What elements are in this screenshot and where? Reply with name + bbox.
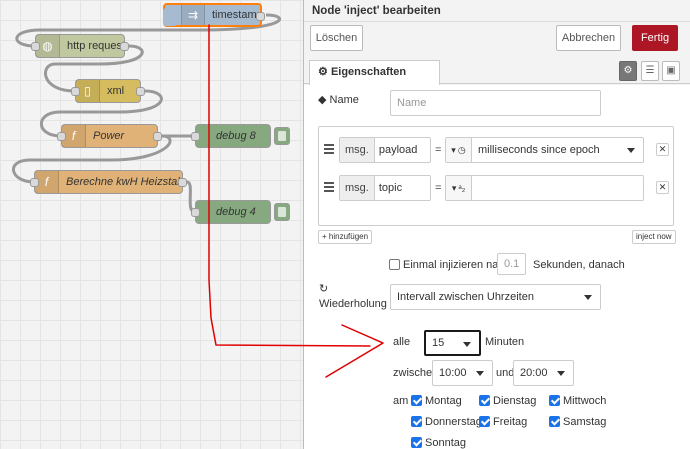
day-checkbox-monday[interactable]: Montag xyxy=(411,395,462,407)
node-debug-8[interactable]: debug 8 xyxy=(191,124,290,148)
node-label: Berechne kwH Heizstab xyxy=(66,176,184,188)
edit-tray: Node 'inject' bearbeiten Löschen Abbrech… xyxy=(303,0,690,449)
flow-wires xyxy=(12,13,282,214)
input-port[interactable] xyxy=(191,132,200,141)
node-xml[interactable]: ▯ xml xyxy=(71,79,145,103)
remove-row-button[interactable]: ✕ xyxy=(656,143,669,156)
output-port[interactable] xyxy=(256,12,265,21)
string-type-icon: ᵃ₂ xyxy=(458,183,466,193)
refresh-icon: ↻ xyxy=(319,283,329,295)
repeat-label: Wiederholung xyxy=(319,298,387,310)
checkbox[interactable] xyxy=(479,395,490,406)
tray-title: Node 'inject' bearbeiten xyxy=(304,0,690,22)
drag-handle-icon[interactable] xyxy=(324,144,334,156)
output-port[interactable] xyxy=(120,42,129,51)
property-key-field[interactable]: msg. topic xyxy=(339,175,431,201)
once-checkbox[interactable] xyxy=(389,259,400,270)
debug-toggle-button[interactable] xyxy=(274,203,290,221)
node-label: Power xyxy=(93,130,125,142)
on-label: am xyxy=(393,395,409,407)
property-value-field[interactable]: ▾ ᵃ₂ xyxy=(445,175,644,201)
property-key-field[interactable]: msg. payload xyxy=(339,137,431,163)
once-checkbox-row[interactable]: Einmal injizieren nach xyxy=(389,259,510,271)
input-port[interactable] xyxy=(71,87,80,96)
checkbox[interactable] xyxy=(411,416,422,427)
output-port[interactable] xyxy=(153,132,162,141)
property-type-select[interactable]: ▾ ◷ milliseconds since epoch xyxy=(445,137,644,163)
node-label: http request xyxy=(67,40,126,52)
delete-button[interactable]: Löschen xyxy=(310,25,363,51)
once-delay-input[interactable]: 0.1 xyxy=(497,253,526,275)
and-label: und xyxy=(496,367,515,379)
type-selector[interactable]: ▾ ◷ xyxy=(446,138,472,162)
node-debug-4[interactable]: debug 4 xyxy=(191,200,290,224)
to-time-select[interactable]: 20:00 xyxy=(513,360,574,386)
done-button[interactable]: Fertig xyxy=(632,25,678,51)
equals-sign: = xyxy=(435,182,442,194)
node-label: timestamp xyxy=(212,9,263,21)
input-port[interactable] xyxy=(30,178,39,187)
clock-icon: ◷ xyxy=(457,144,466,155)
flow-canvas[interactable]: ⇉ timestamp ◍ http request ▯ xml f Power… xyxy=(0,0,303,449)
input-port[interactable] xyxy=(31,42,40,51)
tag-icon: ◆ xyxy=(318,94,327,106)
inject-button[interactable] xyxy=(163,8,177,26)
checkbox[interactable] xyxy=(411,395,422,406)
checkbox[interactable] xyxy=(549,416,560,427)
arrow-in-icon: ⇉ xyxy=(181,5,205,25)
input-port[interactable] xyxy=(191,208,200,217)
checkbox[interactable] xyxy=(549,395,560,406)
checkbox[interactable] xyxy=(479,416,490,427)
remove-row-button[interactable]: ✕ xyxy=(656,181,669,194)
add-property-button[interactable]: + hinzufügen xyxy=(318,230,373,244)
day-checkbox-friday[interactable]: Freitag xyxy=(479,416,527,428)
checkbox[interactable] xyxy=(411,437,422,448)
name-label: ◆ Name xyxy=(318,94,359,106)
settings-gear-icon[interactable]: ⚙ xyxy=(619,61,637,81)
node-label: debug 4 xyxy=(216,206,256,218)
repeat-select[interactable]: Intervall zwischen Uhrzeiten xyxy=(390,284,601,310)
cancel-button[interactable]: Abbrechen xyxy=(556,25,621,51)
node-http-request[interactable]: ◍ http request xyxy=(31,34,129,58)
property-list: msg. payload = ▾ ◷ milliseconds since epo… xyxy=(318,126,674,226)
day-checkbox-tuesday[interactable]: Dienstag xyxy=(479,395,536,407)
day-checkbox-wednesday[interactable]: Mittwoch xyxy=(549,395,606,407)
node-function-power[interactable]: f Power xyxy=(57,124,162,148)
properties-form: ◆ Name Name msg. payload = ▾ ◷ millisecon… xyxy=(304,85,690,449)
list-item: msg. topic = ▾ ᵃ₂ ✕ xyxy=(319,175,673,201)
day-checkbox-sunday[interactable]: Sonntag xyxy=(411,437,466,449)
node-timestamp[interactable]: ⇉ timestamp xyxy=(163,3,265,27)
debug-toggle-button[interactable] xyxy=(274,127,290,145)
every-label: alle xyxy=(393,336,411,348)
input-port[interactable] xyxy=(57,132,66,141)
output-port[interactable] xyxy=(136,87,145,96)
description-icon[interactable]: ☰ xyxy=(641,61,659,81)
equals-sign: = xyxy=(435,144,442,156)
appearance-icon[interactable]: ▣ xyxy=(662,61,680,81)
every-unit: Minuten xyxy=(485,336,525,348)
day-checkbox-thursday[interactable]: Donnerstag xyxy=(411,416,482,428)
once-suffix: Sekunden, danach xyxy=(533,259,625,271)
node-label: xml xyxy=(107,85,125,97)
output-port[interactable] xyxy=(178,178,187,187)
tab-properties[interactable]: ⚙ Eigenschaften xyxy=(309,60,440,85)
node-label: debug 8 xyxy=(216,130,256,142)
tab-bar: ⚙ Eigenschaften ⚙ ☰ ▣ xyxy=(304,60,690,85)
gear-icon: ⚙ xyxy=(318,66,328,78)
from-time-select[interactable]: 10:00 xyxy=(432,360,493,386)
tab-label: Eigenschaften xyxy=(330,66,407,78)
day-checkbox-saturday[interactable]: Samstag xyxy=(549,416,606,428)
every-minutes-select[interactable]: 15 xyxy=(424,330,481,356)
drag-handle-icon[interactable] xyxy=(324,182,334,194)
list-item: msg. payload = ▾ ◷ milliseconds since epo… xyxy=(319,137,673,163)
type-selector[interactable]: ▾ ᵃ₂ xyxy=(446,176,472,200)
inject-now-button[interactable]: inject now xyxy=(632,230,676,244)
node-function-berechne[interactable]: f Berechne kwH Heizstab xyxy=(30,170,187,194)
name-input[interactable]: Name xyxy=(390,90,601,116)
